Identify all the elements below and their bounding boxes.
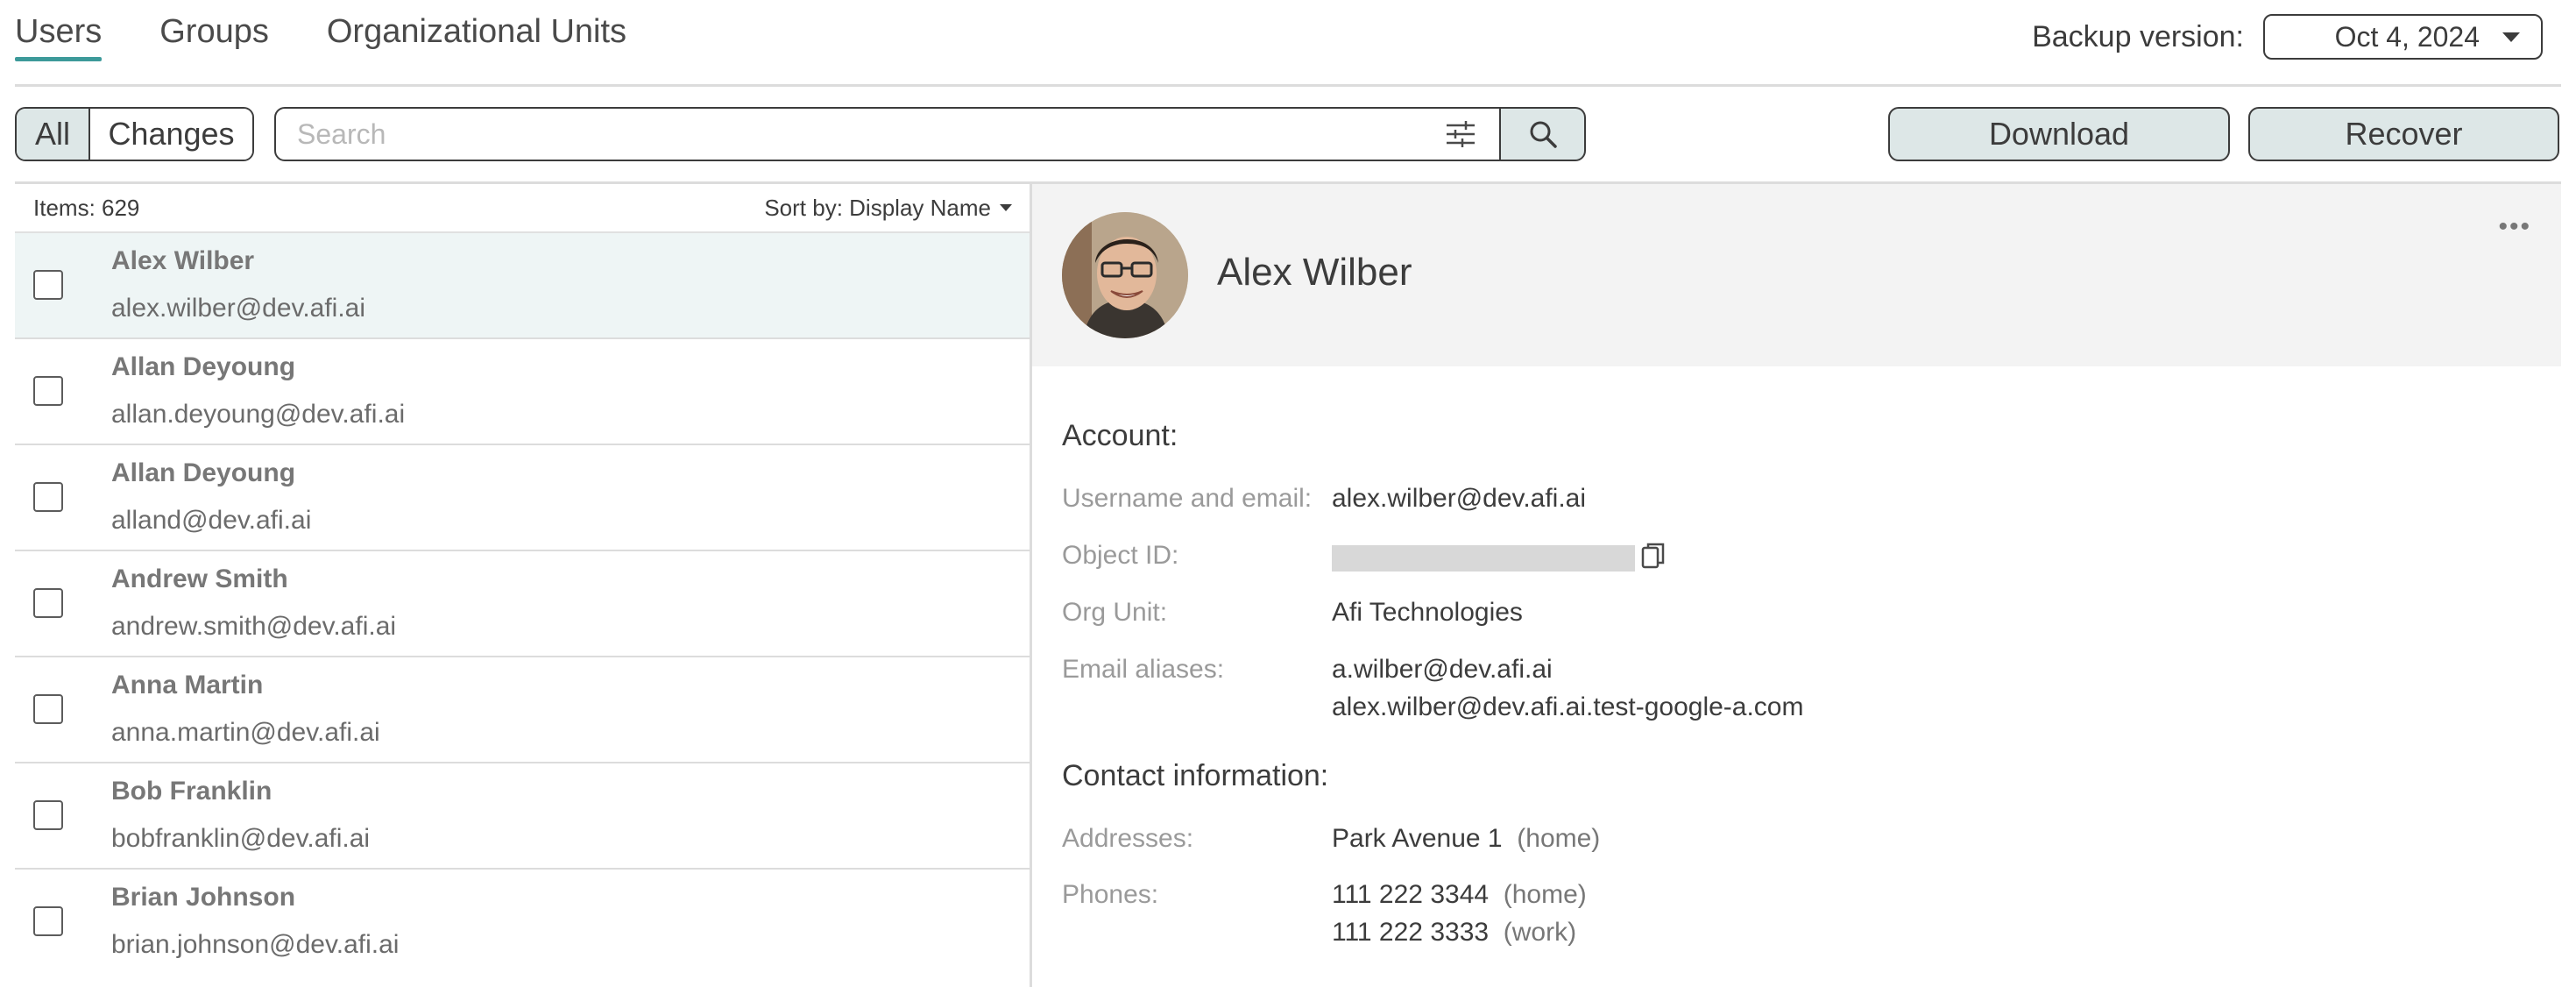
user-name: Andrew Smith (111, 565, 288, 593)
backup-version-label: Backup version: (2032, 19, 2244, 53)
row-checkbox[interactable] (33, 906, 63, 936)
backup-version: Backup version: Oct 4, 2024 (2032, 14, 2543, 60)
phones-label: Phones: (1062, 880, 1159, 909)
row-checkbox[interactable] (33, 588, 63, 618)
user-name: Allan Deyoung (111, 458, 296, 487)
phone-type: (work) (1503, 918, 1577, 947)
address-value: Park Avenue 1 (home) (1332, 824, 1600, 854)
list-item[interactable]: Anna Martin anna.martin@dev.afi.ai (15, 657, 1031, 763)
row-checkbox[interactable] (33, 800, 63, 830)
user-list: Items: 629 Sort by: Display Name Alex Wi… (15, 184, 1031, 987)
user-name: Brian Johnson (111, 883, 296, 912)
tab-organizational-units[interactable]: Organizational Units (327, 12, 626, 58)
detail-header: Alex Wilber ••• (1032, 184, 2561, 366)
view-filter-toggle: All Changes (15, 107, 254, 161)
address-text: Park Avenue 1 (1332, 824, 1503, 853)
address-type: (home) (1517, 824, 1601, 853)
more-horizontal-icon[interactable]: ••• (2498, 212, 2531, 242)
search-box (274, 107, 1501, 161)
row-checkbox[interactable] (33, 694, 63, 724)
phone-number: 111 222 3333 (1332, 918, 1490, 947)
list-item[interactable]: Allan Deyoung allan.deyoung@dev.afi.ai (15, 339, 1031, 445)
items-count: Items: 629 (33, 194, 140, 221)
object-id-label: Object ID: (1062, 541, 1179, 570)
filter-settings-icon[interactable] (1443, 117, 1478, 152)
email-alias: alex.wilber@dev.afi.ai.test-google-a.com (1332, 692, 1804, 721)
user-name: Anna Martin (111, 671, 264, 699)
backup-version-value: Oct 4, 2024 (2334, 20, 2480, 53)
org-unit-value: Afi Technologies (1332, 598, 1523, 627)
avatar (1062, 212, 1188, 338)
user-name: Alex Wilber (111, 246, 255, 275)
user-email: alland@dev.afi.ai (111, 506, 312, 535)
copy-icon[interactable] (1641, 542, 1666, 570)
backup-version-dropdown[interactable]: Oct 4, 2024 (2263, 14, 2543, 60)
contact-section-title: Contact information: (1062, 759, 1329, 792)
row-checkbox[interactable] (33, 270, 63, 300)
changes-button[interactable]: Changes (90, 109, 252, 160)
email-aliases-label: Email aliases: (1062, 655, 1225, 684)
sort-dropdown[interactable]: Sort by: Display Name (764, 195, 1012, 222)
tab-groups[interactable]: Groups (159, 12, 269, 58)
search-icon (1530, 121, 1557, 148)
user-email: andrew.smith@dev.afi.ai (111, 612, 397, 641)
all-button[interactable]: All (17, 109, 90, 160)
user-email: bobfranklin@dev.afi.ai (111, 824, 371, 853)
search-input[interactable] (297, 117, 1443, 151)
search-button[interactable] (1501, 107, 1586, 161)
user-email: allan.deyoung@dev.afi.ai (111, 400, 406, 429)
object-id-value (1332, 543, 1635, 572)
list-item[interactable]: Andrew Smith andrew.smith@dev.afi.ai (15, 551, 1031, 657)
list-item[interactable]: Brian Johnson brian.johnson@dev.afi.ai (15, 870, 1031, 976)
top-tabs: Users Groups Organizational Units (15, 12, 684, 65)
sort-label: Sort by: Display Name (764, 194, 991, 221)
phone-entry: 111 222 3344 (home) (1332, 880, 1587, 910)
list-header: Items: 629 Sort by: Display Name (15, 184, 1031, 233)
phone-type: (home) (1503, 880, 1587, 909)
row-checkbox[interactable] (33, 482, 63, 512)
download-button[interactable]: Download (1888, 107, 2230, 161)
tab-users[interactable]: Users (15, 12, 103, 61)
row-checkbox[interactable] (33, 376, 63, 406)
chevron-down-icon (1000, 204, 1012, 211)
user-email: anna.martin@dev.afi.ai (111, 718, 380, 747)
chevron-down-icon (2502, 32, 2520, 42)
email-alias: a.wilber@dev.afi.ai (1332, 655, 1553, 684)
list-item[interactable]: Bob Franklin bobfranklin@dev.afi.ai (15, 763, 1031, 870)
list-item[interactable]: Allan Deyoung alland@dev.afi.ai (15, 445, 1031, 551)
username-value: alex.wilber@dev.afi.ai (1332, 484, 1587, 513)
addresses-label: Addresses: (1062, 824, 1194, 853)
user-name: Allan Deyoung (111, 352, 296, 381)
list-item[interactable]: Alex Wilber alex.wilber@dev.afi.ai (15, 233, 1031, 339)
user-email: alex.wilber@dev.afi.ai (111, 294, 366, 323)
username-label: Username and email: (1062, 484, 1313, 513)
phone-number: 111 222 3344 (1332, 880, 1490, 909)
phone-entry: 111 222 3333 (work) (1332, 918, 1576, 948)
account-section-title: Account: (1062, 419, 1178, 452)
user-email: brian.johnson@dev.afi.ai (111, 930, 400, 959)
org-unit-label: Org Unit: (1062, 598, 1168, 627)
user-name: Bob Franklin (111, 777, 272, 806)
recover-button[interactable]: Recover (2248, 107, 2559, 161)
detail-user-name: Alex Wilber (1217, 251, 1412, 294)
header-divider (15, 84, 2561, 87)
